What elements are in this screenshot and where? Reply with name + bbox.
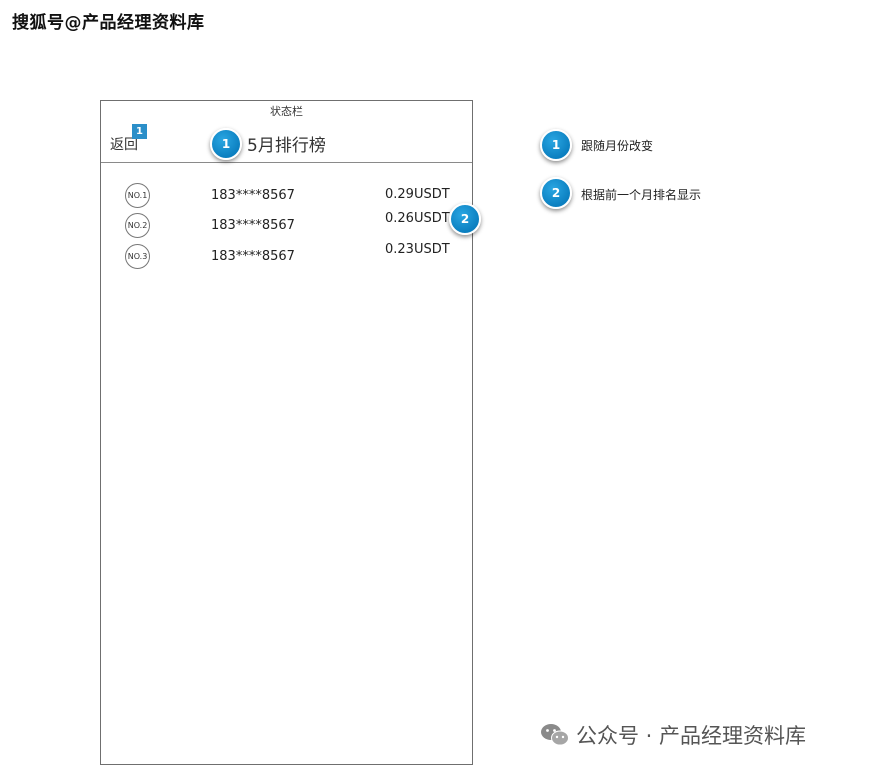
watermark-top: 搜狐号@产品经理资料库 xyxy=(12,13,205,33)
phone-wireframe: 状态栏 返回 1 5月排行榜 NO.1 183****8567 0.29USDT… xyxy=(100,100,473,765)
page-title: 5月排行榜 xyxy=(247,136,326,156)
list-item[interactable]: NO.2 183****8567 0.26USDT xyxy=(101,211,472,241)
header-divider xyxy=(101,162,472,163)
watermark-text: 公众号 · 产品经理资料库 xyxy=(576,724,807,748)
user-phone: 183****8567 xyxy=(211,218,295,233)
note-text-1: 跟随月份改变 xyxy=(581,139,654,153)
wechat-icon xyxy=(540,722,570,748)
watermark-bottom: 公众号 · 产品经理资料库 xyxy=(540,720,806,750)
annotation-bubble-2: 2 xyxy=(449,203,481,235)
annotation-tag-1: 1 xyxy=(132,124,147,139)
note-text-2: 根据前一个月排名显示 xyxy=(581,188,702,202)
list-item[interactable]: NO.1 183****8567 0.29USDT xyxy=(101,183,472,211)
rank-badge: NO.2 xyxy=(125,213,150,238)
reward-amount: 0.29USDT xyxy=(385,187,450,202)
annotation-bubble-1: 1 xyxy=(210,128,242,160)
note-bubble-2: 2 xyxy=(540,177,572,209)
user-phone: 183****8567 xyxy=(211,188,295,203)
status-bar: 状态栏 xyxy=(270,105,303,118)
rank-badge: NO.3 xyxy=(125,244,150,269)
reward-amount: 0.23USDT xyxy=(385,242,450,257)
list-item[interactable]: NO.3 183****8567 0.23USDT xyxy=(101,242,472,272)
rank-badge: NO.1 xyxy=(125,183,150,208)
reward-amount: 0.26USDT xyxy=(385,211,450,226)
user-phone: 183****8567 xyxy=(211,249,295,264)
note-bubble-1: 1 xyxy=(540,129,572,161)
